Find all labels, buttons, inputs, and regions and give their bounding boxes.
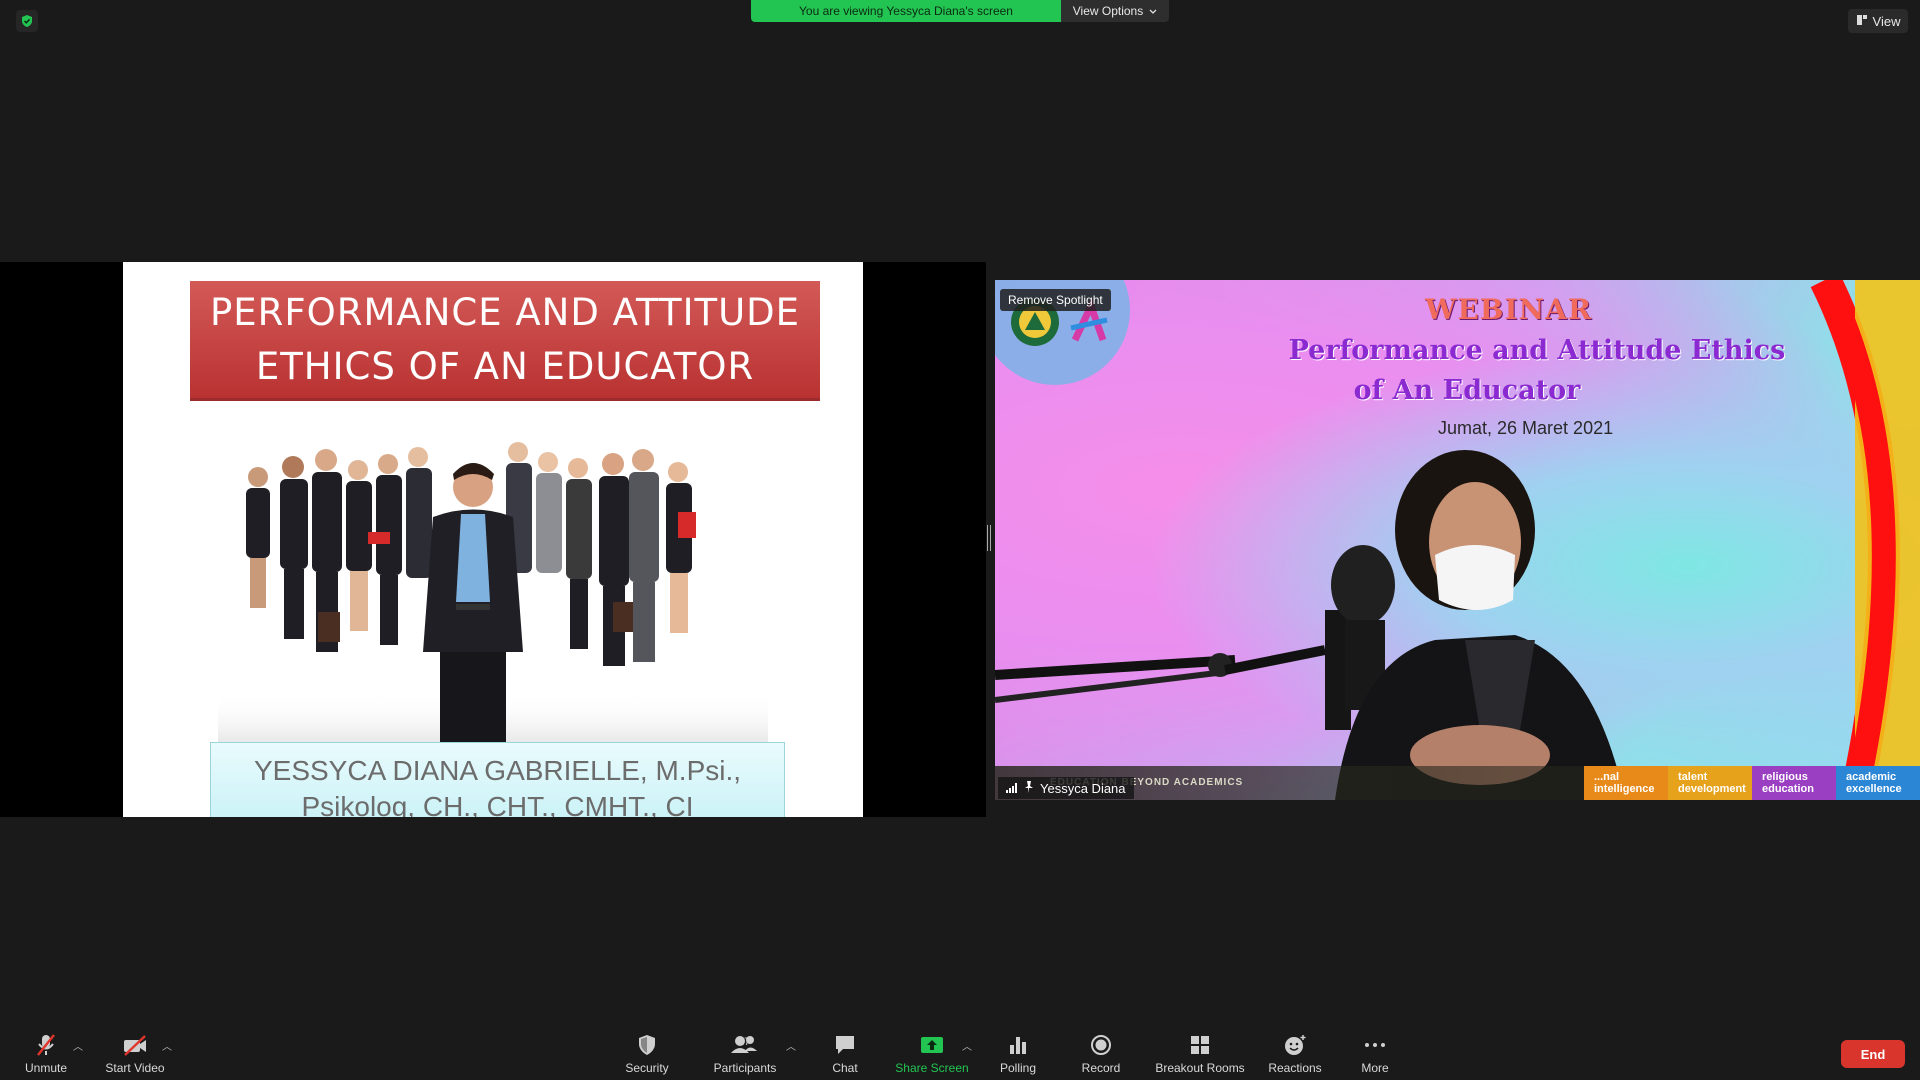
remove-spotlight-button[interactable]: Remove Spotlight	[1000, 289, 1111, 311]
participant-name: Yessyca Diana	[1040, 780, 1126, 796]
share-screen-icon	[921, 1037, 943, 1053]
panel-resize-handle[interactable]	[987, 525, 991, 551]
unmute-label: Unmute	[24, 1061, 68, 1075]
presenter-name-box: YESSYCA DIANA GABRIELLE, M.Psi., Psikolo…	[210, 742, 785, 817]
security-button[interactable]: Security	[612, 1026, 682, 1080]
participant-name-label: Yessyca Diana	[998, 777, 1134, 799]
chat-label: Chat	[832, 1061, 858, 1075]
presenter-name: YESSYCA DIANA GABRIELLE, M.Psi.,	[253, 755, 742, 786]
slide-title-box: PERFORMANCE AND ATTITUDE ETHICS OF AN ED…	[190, 281, 820, 401]
webinar-title: WEBINAR	[1425, 293, 1593, 326]
share-options-chevron-icon[interactable]: ︿	[962, 1038, 972, 1053]
tag-talent: talent development	[1668, 766, 1752, 800]
spotlight-pin-icon	[1024, 780, 1034, 796]
breakout-rooms-icon	[1191, 1036, 1209, 1054]
tag-religious: religious education	[1752, 766, 1836, 800]
encryption-shield-icon[interactable]	[16, 10, 38, 32]
chevron-down-icon	[1149, 4, 1157, 18]
spotlight-video-tile[interactable]: Remove Spotlight WEBINAR Performance and…	[995, 280, 1920, 800]
reactions-button[interactable]: Reactions	[1260, 1026, 1330, 1080]
signal-strength-icon	[1006, 781, 1018, 796]
value-tags: ...nal intelligence talent development rel…	[1584, 766, 1920, 800]
view-options-button[interactable]: View Options	[1061, 0, 1169, 22]
audio-options-chevron-icon[interactable]: ︿	[73, 1038, 83, 1053]
record-button[interactable]: Record	[1072, 1026, 1130, 1080]
security-shield-icon	[639, 1035, 655, 1055]
start-video-label: Start Video	[105, 1061, 165, 1075]
slide-title: PERFORMANCE AND ATTITUDE ETHICS OF AN ED…	[209, 290, 801, 388]
polling-button[interactable]: Polling	[990, 1026, 1046, 1080]
view-label: View	[1872, 13, 1901, 29]
meeting-toolbar: Unmute ︿ Start Video ︿ Security 27 Parti…	[0, 1026, 1920, 1080]
unmute-button[interactable]: Unmute	[18, 1026, 74, 1080]
record-label: Record	[1081, 1061, 1121, 1075]
chat-bubble-icon	[836, 1036, 854, 1054]
shared-screen-area[interactable]: PERFORMANCE AND ATTITUDE ETHICS OF AN ED…	[0, 262, 986, 817]
viewing-banner-text: You are viewing Yessyca Diana's screen	[799, 4, 1013, 18]
microphone-muted-icon	[37, 1034, 55, 1056]
viewing-screen-banner: You are viewing Yessyca Diana's screen	[751, 0, 1061, 22]
start-video-button[interactable]: Start Video	[100, 1026, 170, 1080]
participants-label: Participants	[713, 1061, 777, 1075]
share-screen-button[interactable]: Share Screen	[888, 1026, 976, 1080]
video-options-chevron-icon[interactable]: ︿	[162, 1038, 172, 1053]
view-options-label: View Options	[1072, 4, 1144, 18]
participants-count: 27	[738, 1036, 751, 1048]
more-dots-icon	[1365, 1043, 1385, 1047]
webinar-date: Jumat, 26 Maret 2021	[1438, 418, 1614, 438]
chat-button[interactable]: Chat	[815, 1026, 875, 1080]
record-icon	[1091, 1035, 1111, 1055]
polling-label: Polling	[999, 1061, 1037, 1075]
security-label: Security	[625, 1061, 669, 1075]
participants-options-chevron-icon[interactable]: ︿	[786, 1038, 796, 1053]
more-button[interactable]: More	[1350, 1026, 1400, 1080]
zoom-meeting-window: You are viewing Yessyca Diana's screen V…	[0, 0, 1920, 1080]
polling-chart-icon	[1010, 1037, 1026, 1054]
webinar-subtitle-line2: of An Educator	[1353, 375, 1581, 406]
share-screen-label: Share Screen	[895, 1061, 969, 1075]
presenter-credentials: Psikolog, CH., CHT., CMHT., CI	[301, 791, 694, 817]
breakout-rooms-button[interactable]: Breakout Rooms	[1150, 1026, 1250, 1080]
tag-academic: academic excellence	[1836, 766, 1920, 800]
reactions-label: Reactions	[1268, 1061, 1322, 1075]
webinar-subtitle-line1: Performance and Attitude Ethics	[1288, 335, 1786, 366]
view-button[interactable]: View	[1848, 9, 1908, 33]
business-people-image	[218, 442, 768, 742]
end-label: End	[1860, 1046, 1886, 1062]
presentation-slide: PERFORMANCE AND ATTITUDE ETHICS OF AN ED…	[123, 262, 863, 817]
remove-spotlight-label: Remove Spotlight	[1008, 293, 1103, 307]
more-label: More	[1361, 1061, 1389, 1075]
breakout-rooms-label: Breakout Rooms	[1155, 1061, 1245, 1075]
gallery-view-icon	[1856, 14, 1868, 29]
end-meeting-button[interactable]: End	[1841, 1040, 1905, 1068]
participants-button[interactable]: 27 Participants	[705, 1026, 785, 1080]
reactions-smiley-icon	[1285, 1035, 1306, 1055]
tag-intelligence: ...nal intelligence	[1584, 766, 1668, 800]
video-camera-off-icon	[124, 1035, 146, 1056]
